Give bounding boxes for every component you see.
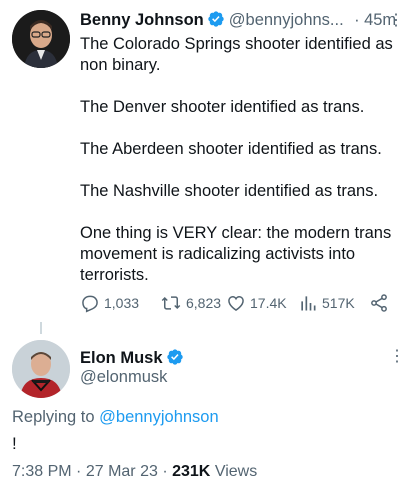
verified-badge-icon	[207, 10, 225, 33]
tweet-meta: 7:38 PM · 27 Mar 23 · 231K Views	[12, 463, 257, 481]
retweet-count: 6,823	[186, 295, 222, 311]
reply-text: !	[12, 434, 17, 453]
views-count: 517K	[322, 295, 355, 311]
reply-author-name[interactable]: Elon Musk	[80, 349, 163, 367]
tweet-paragraph: The Nashville shooter identified as tran…	[80, 182, 379, 200]
views-label: Views	[214, 463, 258, 480]
retweet-icon	[160, 293, 182, 313]
reply-count: 1,033	[104, 295, 140, 311]
avatar-elon-musk[interactable]	[12, 340, 70, 398]
author-handle[interactable]: @bennyjohns...	[229, 11, 344, 29]
replying-prefix: Replying to	[12, 408, 95, 426]
verified-badge-icon	[166, 348, 184, 371]
like-count: 17.4K	[250, 295, 287, 311]
tweet-date[interactable]: 27 Mar 23	[86, 463, 158, 480]
tweet-text: The Colorado Springs shooter identified …	[80, 34, 405, 286]
tweet-time[interactable]: 7:38 PM	[12, 463, 72, 480]
author-name[interactable]: Benny Johnson	[80, 11, 204, 29]
more-icon[interactable]: ⋮	[388, 10, 405, 30]
tweet-paragraph: One thing is VERY clear: the modern tran…	[80, 224, 392, 284]
tweet-header: Benny Johnson @bennyjohns... · 45m	[80, 10, 405, 32]
views-count[interactable]: 231K	[172, 463, 210, 480]
reply-author-handle[interactable]: @elonmusk	[80, 368, 167, 387]
replying-to-link[interactable]: @bennyjohnson	[99, 408, 219, 426]
quoted-tweet: Benny Johnson @bennyjohns... · 45m ⋮ The …	[0, 0, 417, 330]
replying-to: Replying to @bennyjohnson	[12, 408, 219, 427]
like-button[interactable]: 17.4K	[226, 293, 287, 313]
thread-connector	[40, 322, 42, 334]
views-icon	[298, 293, 318, 313]
reply-icon	[80, 293, 100, 313]
tweet-paragraph: The Aberdeen shooter identified as trans…	[80, 140, 382, 158]
reply-button[interactable]: 1,033	[80, 293, 139, 313]
tweet-paragraph: The Colorado Springs shooter identified …	[80, 35, 393, 74]
share-button[interactable]	[369, 293, 389, 313]
like-icon	[226, 293, 246, 313]
share-icon	[369, 293, 389, 313]
more-icon[interactable]: ⋮	[389, 346, 405, 366]
avatar-benny-johnson[interactable]	[12, 10, 70, 68]
time-separator: ·	[354, 11, 360, 29]
tweet-paragraph: The Denver shooter identified as trans.	[80, 98, 365, 116]
retweet-button[interactable]: 6,823	[160, 293, 221, 313]
views-button[interactable]: 517K	[298, 293, 355, 313]
meta-separator: ·	[162, 463, 168, 480]
tweet-actions: 1,033 6,823 17.4K 517K	[80, 293, 405, 317]
meta-separator: ·	[76, 463, 82, 480]
